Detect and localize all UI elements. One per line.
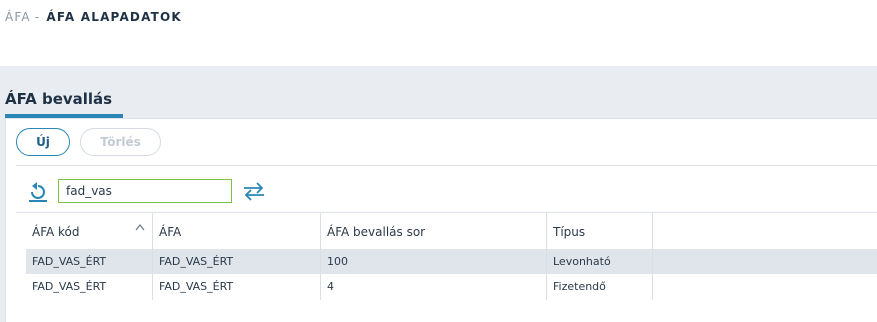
column-divider[interactable] [320, 212, 321, 300]
new-button[interactable]: Új [16, 128, 70, 156]
column-header-afa-bevallas-sor[interactable]: ÁFA bevallás sor [321, 212, 546, 249]
column-header-label: Típus [553, 225, 586, 239]
cell-afa-bevallas-sor: 4 [327, 280, 334, 293]
column-divider[interactable] [546, 212, 547, 300]
cell-tipus: Levonható [553, 255, 611, 268]
column-header-afa[interactable]: ÁFA [153, 212, 320, 249]
breadcrumb-parent[interactable]: ÁFA [5, 10, 31, 24]
toolbar-divider [16, 165, 877, 166]
sort-ascending-icon[interactable] [135, 223, 145, 231]
swap-arrows-icon[interactable] [243, 181, 265, 201]
vat-grid: ÁFA kód ÁFA ÁFA bevallás sor Típus FAD_V… [26, 212, 877, 300]
breadcrumb: ÁFA - ÁFA ALAPADATOK [5, 10, 182, 24]
column-divider[interactable] [152, 212, 153, 300]
cell-afa: FAD_VAS_ÉRT [159, 255, 234, 268]
cell-afa-kod: FAD_VAS_ÉRT [32, 280, 107, 293]
column-divider[interactable] [652, 212, 653, 300]
cell-afa-bevallas-sor: 100 [327, 255, 348, 268]
page-title: ÁFA ALAPADATOK [46, 10, 182, 24]
table-row[interactable]: FAD_VAS_ÉRT FAD_VAS_ÉRT 4 Fizetendő [26, 274, 877, 299]
cell-tipus: Fizetendő [553, 280, 606, 293]
column-header-tipus[interactable]: Típus [547, 212, 652, 249]
table-row[interactable]: FAD_VAS_ÉRT FAD_VAS_ÉRT 100 Levonható [26, 249, 877, 274]
refresh-icon[interactable] [27, 181, 49, 203]
tab-afa-bevallas[interactable]: ÁFA bevallás [5, 90, 112, 108]
column-header-label: ÁFA bevallás sor [327, 225, 426, 239]
column-header-label: ÁFA kód [32, 225, 80, 239]
delete-button[interactable]: Törlés [80, 128, 161, 156]
filter-input[interactable] [58, 179, 232, 203]
column-header-afa-kod[interactable]: ÁFA kód [26, 212, 152, 249]
cell-afa-kod: FAD_VAS_ÉRT [32, 255, 107, 268]
cell-afa: FAD_VAS_ÉRT [159, 280, 234, 293]
breadcrumb-separator: - [34, 10, 41, 24]
column-header-label: ÁFA [159, 225, 182, 239]
